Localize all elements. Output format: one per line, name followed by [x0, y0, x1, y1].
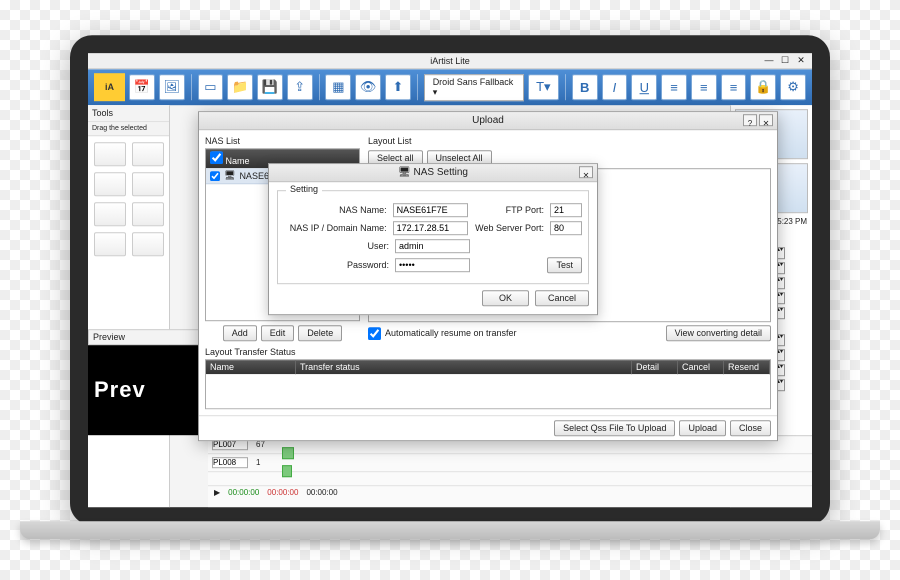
dialog-titlebar: Upload ? ✕ — [199, 112, 777, 130]
ftp-port-input[interactable] — [550, 203, 582, 217]
open-icon[interactable]: 📁 — [227, 74, 253, 100]
settings-icon[interactable]: ⚙ — [780, 74, 806, 100]
view-detail-button[interactable]: View converting detail — [666, 325, 771, 341]
nas-item-checkbox[interactable] — [210, 171, 220, 181]
tool-button[interactable] — [94, 232, 126, 256]
close-dialog-button[interactable]: Close — [730, 420, 771, 436]
tool-button[interactable] — [94, 172, 126, 196]
export-icon[interactable]: ⇪ — [287, 74, 313, 100]
underline-icon[interactable]: U — [631, 74, 657, 100]
timeline-track[interactable]: 1 — [208, 454, 812, 472]
transfer-table-body — [206, 374, 770, 408]
main-toolbar: iA 📅 🖼 ▭ 📁 💾 ⇪ ▦ 👁 ⬆ Droid Sans Fallback… — [88, 69, 812, 105]
timeline-panel: 67 1 ▶ 00:00:00 00:00:00 00:00:00 — [208, 435, 812, 507]
italic-icon[interactable]: I — [602, 74, 628, 100]
dialog-close-icon[interactable]: ✕ — [759, 114, 773, 126]
align-center-icon[interactable]: ≡ — [691, 74, 717, 100]
font-family-select[interactable]: Droid Sans Fallback ▾ — [424, 74, 524, 101]
select-all-checkbox[interactable] — [210, 151, 223, 164]
image-icon[interactable]: 🖼 — [159, 74, 185, 100]
align-left-icon[interactable]: ≡ — [661, 74, 687, 100]
tool-button[interactable] — [132, 232, 164, 256]
select-file-button[interactable]: Select Qss File To Upload — [554, 420, 675, 436]
nas-icon: 🖥 — [398, 167, 413, 178]
preview-title: Preview — [88, 329, 208, 345]
test-button[interactable]: Test — [547, 257, 582, 273]
lock-icon[interactable]: 🔒 — [750, 74, 776, 100]
tools-hint: Drag the selected — [88, 122, 169, 136]
nas-setting-dialog: 🖥 NAS Setting ✕ Setting NAS Name: FTP Po… — [268, 163, 598, 315]
nas-icon: 🖥 — [224, 170, 235, 181]
laptop-frame: iArtist Lite — ☐ ✕ iA 📅 🖼 ▭ 📁 💾 ⇪ ▦ 👁 ⬆ … — [70, 35, 830, 525]
tools-panel: Tools Drag the selected — [88, 105, 170, 507]
transfer-table-header: Name Transfer status Detail Cancel Resen… — [206, 360, 770, 374]
app-titlebar: iArtist Lite — ☐ ✕ — [88, 53, 812, 69]
app-title: iArtist Lite — [430, 56, 470, 66]
play-icon[interactable]: ▶ — [214, 488, 220, 497]
preview-icon[interactable]: 👁 — [355, 74, 381, 100]
edit-button[interactable]: Edit — [261, 325, 295, 341]
preview-panel: Preview Prev — [88, 329, 208, 435]
upload-button[interactable]: Upload — [679, 420, 726, 436]
web-port-input[interactable] — [550, 221, 582, 235]
laptop-base — [20, 521, 880, 539]
nas-ip-input[interactable] — [393, 221, 468, 235]
nas-name-input[interactable] — [393, 203, 468, 217]
upload-icon[interactable]: ⬆ — [385, 74, 411, 100]
close-button[interactable]: ✕ — [794, 55, 808, 67]
preview-body: Prev — [88, 345, 208, 435]
tool-button[interactable] — [132, 202, 164, 226]
setting-fieldset: Setting NAS Name: FTP Port: NAS IP / Dom… — [277, 190, 589, 284]
new-icon[interactable]: ▭ — [198, 74, 224, 100]
save-icon[interactable]: 💾 — [257, 74, 283, 100]
app-logo: iA — [94, 73, 125, 101]
tools-title: Tools — [88, 105, 169, 122]
ok-button[interactable]: OK — [482, 290, 529, 306]
delete-button[interactable]: Delete — [298, 325, 342, 341]
time-display: ▶ 00:00:00 00:00:00 00:00:00 — [208, 486, 812, 499]
bold-icon[interactable]: B — [572, 74, 598, 100]
tool-button[interactable] — [132, 172, 164, 196]
dialog-close-icon[interactable]: ✕ — [579, 166, 593, 178]
tool-button[interactable] — [94, 142, 126, 166]
screen: iArtist Lite — ☐ ✕ iA 📅 🖼 ▭ 📁 💾 ⇪ ▦ 👁 ⬆ … — [88, 53, 812, 507]
maximize-button[interactable]: ☐ — [778, 55, 792, 67]
transfer-status-section: Layout Transfer Status Name Transfer sta… — [199, 347, 777, 415]
track-label[interactable] — [212, 457, 248, 468]
minimize-button[interactable]: — — [762, 55, 776, 67]
tool-button[interactable] — [94, 202, 126, 226]
user-input[interactable] — [395, 239, 470, 253]
auto-resume-checkbox[interactable] — [368, 327, 381, 340]
grid-icon[interactable]: ▦ — [325, 74, 351, 100]
password-input[interactable] — [395, 258, 470, 272]
calendar-icon[interactable]: 📅 — [129, 74, 155, 100]
help-icon[interactable]: ? — [743, 114, 757, 126]
cancel-button[interactable]: Cancel — [535, 290, 589, 306]
align-right-icon[interactable]: ≡ — [721, 74, 747, 100]
font-size-select[interactable]: T▾ — [528, 74, 559, 100]
add-button[interactable]: Add — [223, 325, 257, 341]
dialog-titlebar: 🖥 NAS Setting ✕ — [269, 164, 597, 182]
tool-button[interactable] — [132, 142, 164, 166]
